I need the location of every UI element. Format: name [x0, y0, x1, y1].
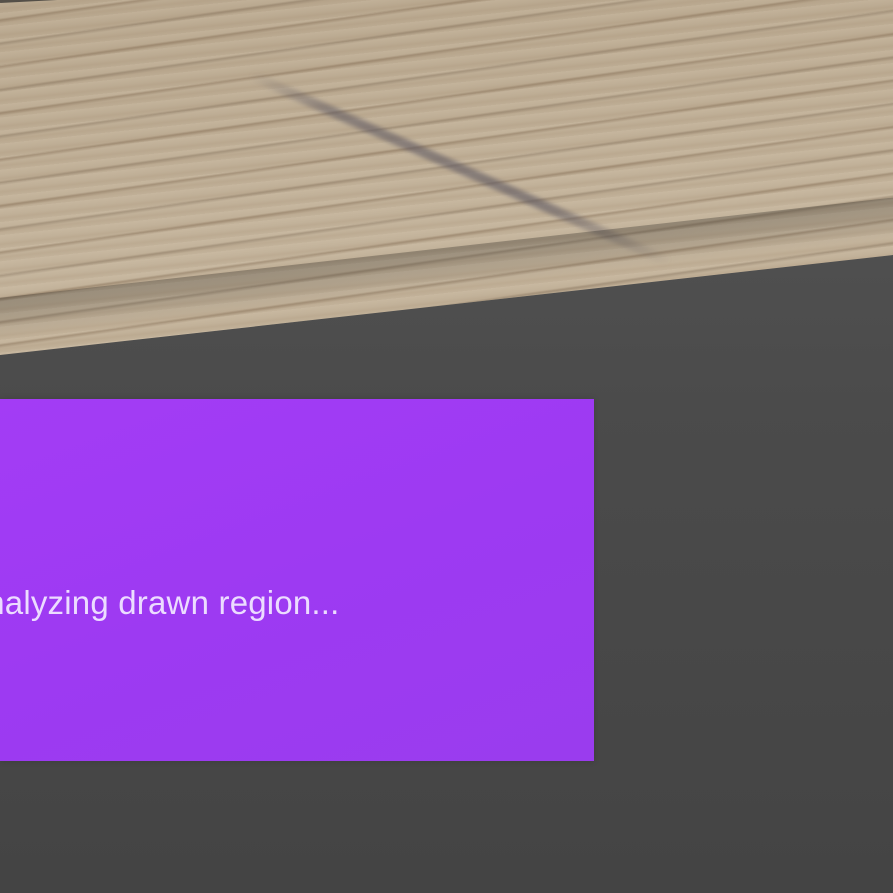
ar-camera-view: Analyzing drawn region... [0, 0, 893, 893]
analysis-status-message: Analyzing drawn region... [0, 584, 340, 621]
table-edge-line [0, 0, 160, 3]
analysis-status-panel: Analyzing drawn region... [0, 399, 594, 761]
